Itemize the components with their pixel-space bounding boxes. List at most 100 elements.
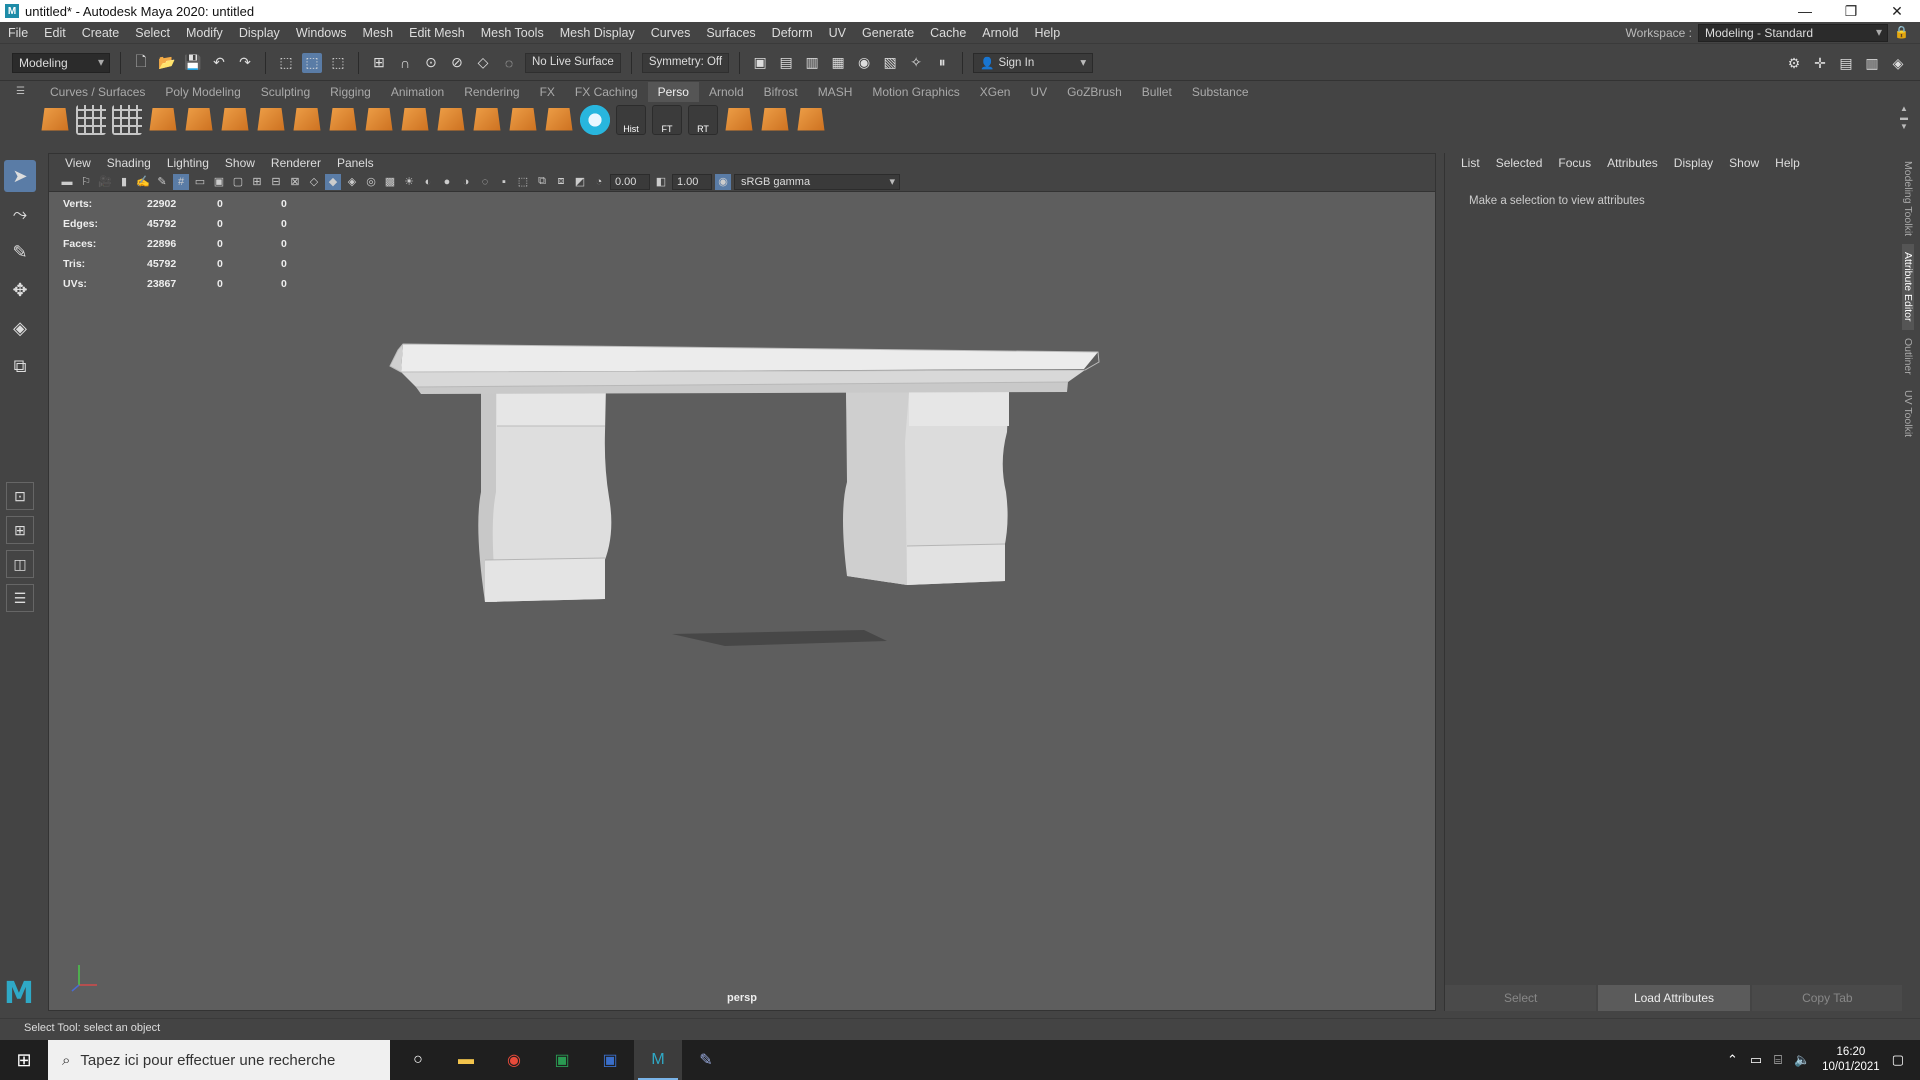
menu-surfaces[interactable]: Surfaces (698, 26, 763, 40)
snap-grid-icon[interactable]: ⊞ (369, 53, 389, 73)
volume-icon[interactable]: 🔈 (1794, 1052, 1810, 1068)
reset-transform-icon[interactable]: RT (688, 105, 718, 135)
taskbar-clock[interactable]: 16:20 10/01/2021 (1822, 1045, 1880, 1075)
shelf-tab-rendering[interactable]: Rendering (454, 82, 529, 102)
network-icon[interactable]: ⌸ (1774, 1052, 1782, 1068)
shelf-tab-bullet[interactable]: Bullet (1132, 82, 1182, 102)
safe-action-icon[interactable]: ⊟ (268, 174, 284, 190)
snap-curve-icon[interactable]: ∩ (395, 53, 415, 73)
combine-icon[interactable] (329, 108, 357, 131)
shelf-tab-fx[interactable]: FX (530, 82, 565, 102)
shelf-scroll-arrows[interactable]: ▲ ▬ ▼ (1900, 104, 1908, 138)
single-perspective-view-icon[interactable]: ⊡ (6, 482, 34, 510)
target-weld-icon[interactable] (545, 108, 573, 131)
copy-tab-button[interactable]: Copy Tab (1751, 985, 1903, 1011)
xray-active-icon[interactable]: ⧈ (553, 174, 569, 190)
rotate-tool-icon[interactable]: ◈ (4, 312, 36, 344)
two-d-pan-icon[interactable]: ✍ (135, 174, 151, 190)
render-view-icon[interactable]: ▣ (750, 53, 770, 73)
channel-box-icon[interactable]: ✛ (1810, 53, 1830, 73)
viewport-menu-show[interactable]: Show (217, 156, 263, 170)
select-hierarchy-icon[interactable]: ⬚ (276, 53, 296, 73)
shelf-tab-mash[interactable]: MASH (808, 82, 863, 102)
view-transform-select[interactable]: sRGB gamma (734, 173, 900, 190)
save-scene-icon[interactable]: 💾 (183, 53, 203, 73)
camera-lock-icon[interactable]: ⚐ (78, 174, 94, 190)
depth-of-field-icon[interactable]: ▪ (496, 174, 512, 190)
stack-icon[interactable] (761, 108, 789, 131)
select-object-icon[interactable]: ⬚ (302, 52, 322, 73)
isolate-select-icon[interactable]: ⬚ (515, 174, 531, 190)
multi-cut-icon[interactable] (509, 108, 537, 131)
xray-icon[interactable]: ◎ (363, 174, 379, 190)
shelf-tab-arnold[interactable]: Arnold (699, 82, 754, 102)
camera-attributes-icon[interactable]: ▬ (59, 174, 75, 190)
shelf-tab-poly-modeling[interactable]: Poly Modeling (155, 82, 250, 102)
restore-icon[interactable]: ❐ (1828, 0, 1874, 22)
lock-icon[interactable]: 🔒 (1894, 25, 1909, 41)
snap-point-icon[interactable]: ⊙ (421, 53, 441, 73)
viewport-menu-lighting[interactable]: Lighting (159, 156, 217, 170)
poly-cube-icon[interactable] (41, 108, 69, 131)
safe-title-icon[interactable]: ⊠ (287, 174, 303, 190)
layer-editor-icon[interactable]: ◈ (1888, 53, 1908, 73)
notifications-icon[interactable]: ▢ (1892, 1052, 1904, 1068)
make-live-icon[interactable]: ◌ (499, 53, 519, 73)
load-attributes-button[interactable]: Load Attributes (1598, 985, 1750, 1011)
shelf-tab-animation[interactable]: Animation (381, 82, 454, 102)
redo-icon[interactable]: ↷ (235, 53, 255, 73)
hypershade-icon[interactable]: ◉ (854, 53, 874, 73)
ae-menu-selected[interactable]: Selected (1488, 156, 1551, 170)
sphere-icon[interactable] (293, 108, 321, 131)
attribute-editor-icon[interactable]: ▤ (1836, 53, 1856, 73)
close-icon[interactable]: ✕ (1874, 0, 1920, 22)
uv-editor-icon[interactable] (112, 105, 142, 135)
sign-in-button[interactable]: 👤 Sign In (973, 52, 1094, 73)
select-tool-icon[interactable]: ➤ (4, 160, 36, 192)
cortana-icon[interactable]: ○ (394, 1040, 442, 1080)
shelf-tab-gozbrush[interactable]: GoZBrush (1057, 82, 1132, 102)
pause-viewport-icon[interactable]: ⏸ (932, 53, 952, 73)
scene-view[interactable] (49, 192, 1435, 1010)
ipr-render-icon[interactable]: ▥ (802, 53, 822, 73)
workspace-select[interactable]: Modeling - Standard (1698, 24, 1888, 42)
pivot-icon[interactable] (797, 108, 825, 131)
minimize-icon[interactable]: — (1782, 0, 1828, 22)
lasso-tool-icon[interactable]: ⤳ (4, 198, 36, 230)
menu-display[interactable]: Display (231, 26, 288, 40)
two-view-layout-icon[interactable]: ◫ (6, 550, 34, 578)
render-frame-icon[interactable]: ▤ (776, 53, 796, 73)
tab-modeling-toolkit[interactable]: Modeling Toolkit (1902, 153, 1914, 244)
extrude-icon[interactable] (185, 108, 213, 131)
snap-view-plane-icon[interactable]: ◇ (473, 53, 493, 73)
menu-file[interactable]: File (0, 26, 36, 40)
paint-icon[interactable]: ✎ (682, 1040, 730, 1080)
image-plane-icon[interactable]: ▮ (116, 174, 132, 190)
grease-pencil-icon[interactable]: ✎ (154, 174, 170, 190)
shelf-tab-motion-graphics[interactable]: Motion Graphics (862, 82, 969, 102)
menu-deform[interactable]: Deform (764, 26, 821, 40)
ae-menu-list[interactable]: List (1453, 156, 1488, 170)
shelf-tab-xgen[interactable]: XGen (970, 82, 1021, 102)
paint-select-tool-icon[interactable]: ✎ (4, 236, 36, 268)
grid-icon[interactable]: # (173, 173, 189, 190)
render-settings-icon[interactable]: ▦ (828, 53, 848, 73)
shelf-tab-rigging[interactable]: Rigging (320, 82, 381, 102)
gamma-field[interactable]: 1.00 (672, 173, 712, 190)
package-icon[interactable] (725, 108, 753, 131)
light-editor-icon[interactable]: ✧ (906, 53, 926, 73)
tab-outliner[interactable]: Outliner (1902, 330, 1914, 383)
shelf-tab-curves-surfaces[interactable]: Curves / Surfaces (40, 82, 155, 102)
tab-attribute-editor[interactable]: Attribute Editor (1902, 244, 1914, 330)
snap-projected-icon[interactable]: ⊘ (447, 53, 467, 73)
excel-icon[interactable]: ▣ (538, 1040, 586, 1080)
bevel-icon[interactable] (221, 108, 249, 131)
menu-uv[interactable]: UV (821, 26, 854, 40)
shelf-tab-substance[interactable]: Substance (1182, 82, 1259, 102)
meet-now-icon[interactable]: ▭ (1750, 1052, 1762, 1068)
quad-draw-icon[interactable] (473, 108, 501, 131)
viewport-menu-shading[interactable]: Shading (99, 156, 159, 170)
resolution-gate-icon[interactable]: ▣ (211, 174, 227, 190)
ae-menu-show[interactable]: Show (1721, 156, 1767, 170)
menu-select[interactable]: Select (127, 26, 178, 40)
